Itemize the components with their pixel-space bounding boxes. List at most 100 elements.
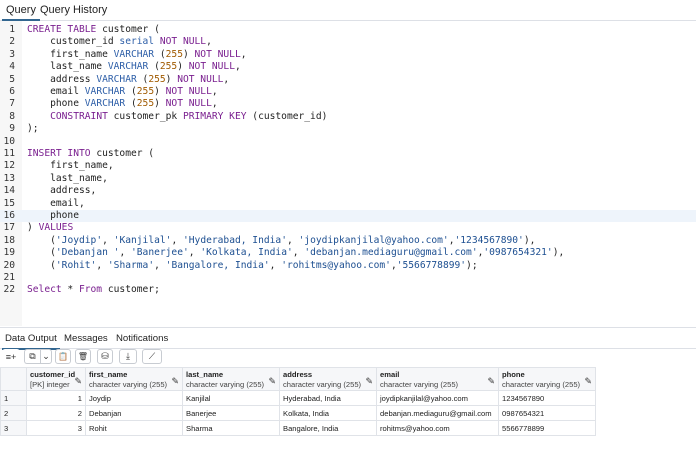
tab-query[interactable]: Query <box>2 4 40 21</box>
column-header-phone[interactable]: phone character varying (255) ✎ <box>498 367 596 391</box>
code-token: INSERT INTO <box>27 148 91 159</box>
column-header-last-name[interactable]: last_name character varying (255) ✎ <box>182 367 280 391</box>
code-line[interactable]: 14 address, <box>0 185 696 197</box>
code-token: VARCHAR <box>84 98 126 110</box>
paste-icon: 📋 <box>58 352 68 361</box>
code-line[interactable]: 17) VALUES <box>0 222 696 234</box>
code-line[interactable]: 9); <box>0 123 696 135</box>
code-token: (customer_id) <box>246 110 328 122</box>
code-token: NOT NULL <box>165 98 212 110</box>
code-token: ( <box>125 98 137 110</box>
code-token: ), <box>552 247 565 259</box>
code-line[interactable]: 7 phone VARCHAR (255) NOT NULL, <box>0 98 696 110</box>
save-data-button[interactable]: ⛁ <box>97 349 113 364</box>
column-header-address[interactable]: address character varying (255) ✎ <box>279 367 377 391</box>
code-line[interactable]: 8 CONSTRAINT customer_pk PRIMARY KEY (cu… <box>0 111 696 123</box>
code-line[interactable]: 15 email, <box>0 198 696 210</box>
row-number[interactable]: 3 <box>0 420 27 436</box>
cell-phone[interactable]: 1234567890 <box>498 390 596 406</box>
line-number: 1 <box>9 24 15 35</box>
cell-customer-id[interactable]: 1 <box>26 390 86 406</box>
cell-email[interactable]: debanjan.mediaguru@gmail.com <box>376 405 499 421</box>
table-row[interactable]: 3 3 Rohit Sharma Bangalore, India rohitm… <box>0 420 596 436</box>
column-header-customer-id[interactable]: customer_id [PK] integer ✎ <box>26 367 86 391</box>
code-token: , <box>211 98 218 110</box>
code-line[interactable]: 19 ('Debanjan ', 'Banerjee', 'Kolkata, I… <box>0 247 696 259</box>
add-row-button[interactable]: ≡+ <box>2 349 20 364</box>
code-line[interactable]: 3 first_name VARCHAR (255) NOT NULL, <box>0 49 696 61</box>
cell-phone[interactable]: 0987654321 <box>498 405 596 421</box>
code-token: , <box>286 234 299 246</box>
code-line[interactable]: 1 CREATE TABLE customer ( <box>0 24 696 36</box>
code-token: 255 <box>159 61 178 73</box>
cell-first-name[interactable]: Rohit <box>85 420 183 436</box>
row-number[interactable]: 1 <box>0 390 27 406</box>
code-token: ) <box>165 73 178 85</box>
code-line[interactable]: 18 ('Joydip', 'Kanjilal', 'Hyderabad, In… <box>0 235 696 247</box>
line-number: 14 <box>3 185 15 197</box>
code-text: ('Joydip', 'Kanjilal', 'Hyderabad, India… <box>27 235 535 247</box>
code-line[interactable]: 21 <box>0 272 696 284</box>
code-line[interactable]: 5 address VARCHAR (255) NOT NULL, <box>0 74 696 86</box>
row-number[interactable]: 2 <box>0 405 27 421</box>
download-icon: ⤓ <box>126 351 130 361</box>
tab-notifications[interactable]: Notifications <box>116 333 168 344</box>
delete-button[interactable]: 🗑 <box>75 349 91 364</box>
copy-button[interactable]: ⧉ <box>24 349 40 364</box>
cell-customer-id[interactable]: 3 <box>26 420 86 436</box>
grid-header-row: customer_id [PK] integer ✎ first_name chara… <box>0 367 596 391</box>
cell-email[interactable]: rohitms@yahoo.com <box>376 420 499 436</box>
cell-address[interactable]: Hyderabad, India <box>279 390 377 406</box>
code-token: , <box>240 48 247 60</box>
cell-address[interactable]: Bangalore, India <box>279 420 377 436</box>
sql-editor[interactable]: 1 CREATE TABLE customer (2 customer_id se… <box>0 21 696 326</box>
code-line[interactable]: 10 <box>0 136 696 148</box>
cell-address[interactable]: Kolkata, India <box>279 405 377 421</box>
paste-button[interactable]: 📋 <box>55 349 71 364</box>
column-header-email[interactable]: email character varying (255) ✎ <box>376 367 499 391</box>
tab-data-output[interactable]: Data Output <box>2 333 60 350</box>
table-row[interactable]: 1 1 Joydip Kanjilal Hyderabad, India joy… <box>0 390 596 406</box>
cell-last-name[interactable]: Kanjilal <box>182 390 280 406</box>
code-token: NOT NULL <box>194 48 241 60</box>
cell-phone[interactable]: 5566778899 <box>498 420 596 436</box>
graph-visualiser-button[interactable]: ⟋ <box>142 349 162 364</box>
line-number: 22 <box>3 284 15 296</box>
tab-messages[interactable]: Messages <box>64 333 108 344</box>
code-text: CREATE TABLE customer ( <box>27 24 160 36</box>
code-token: NOT NULL <box>177 73 224 85</box>
code-text: email, <box>27 198 85 210</box>
table-row[interactable]: 2 2 Debanjan Banerjee Kolkata, India deb… <box>0 405 596 421</box>
code-line[interactable]: 16 phone <box>0 210 696 223</box>
tab-query-history[interactable]: Query History <box>40 4 107 16</box>
cell-customer-id[interactable]: 2 <box>26 405 86 421</box>
code-token: first_name, <box>27 160 114 172</box>
code-line[interactable]: 22 Select * From customer; <box>0 284 696 296</box>
code-text: address, <box>27 185 96 197</box>
code-token: address, <box>27 185 97 197</box>
code-line[interactable]: 11 INSERT INTO customer ( <box>0 148 696 160</box>
cell-last-name[interactable]: Sharma <box>182 420 280 436</box>
code-line[interactable]: 20 ('Rohit', 'Sharma', 'Bangalore, India… <box>0 260 696 272</box>
line-number: 17 <box>3 222 15 234</box>
code-line[interactable]: 12 first_name, <box>0 160 696 172</box>
code-line[interactable]: 2 customer_id serial NOT NULL, <box>0 36 696 48</box>
code-text: email VARCHAR (255) NOT NULL, <box>27 86 218 98</box>
cell-first-name[interactable]: Debanjan <box>85 405 183 421</box>
download-button[interactable]: ⤓ <box>119 349 137 364</box>
column-header-first-name[interactable]: first_name character varying (255) ✎ <box>85 367 183 391</box>
cell-email[interactable]: joydipkanjilal@yahoo.com <box>376 390 499 406</box>
code-token: customer; <box>102 284 160 296</box>
cell-first-name[interactable]: Joydip <box>85 390 183 406</box>
code-line[interactable]: 6 email VARCHAR (255) NOT NULL, <box>0 86 696 98</box>
code-token: phone <box>27 210 79 221</box>
code-token: ); <box>466 259 478 271</box>
code-token: customer ( <box>96 24 160 35</box>
code-line[interactable]: 13 last_name, <box>0 173 696 185</box>
code-token: , <box>223 73 230 85</box>
code-token: phone <box>27 98 85 110</box>
code-line[interactable]: 4 last_name VARCHAR (255) NOT NULL, <box>0 61 696 73</box>
cell-last-name[interactable]: Banerjee <box>182 405 280 421</box>
copy-options-dropdown[interactable]: ⌄ <box>40 349 52 364</box>
code-token: VARCHAR <box>96 73 137 85</box>
